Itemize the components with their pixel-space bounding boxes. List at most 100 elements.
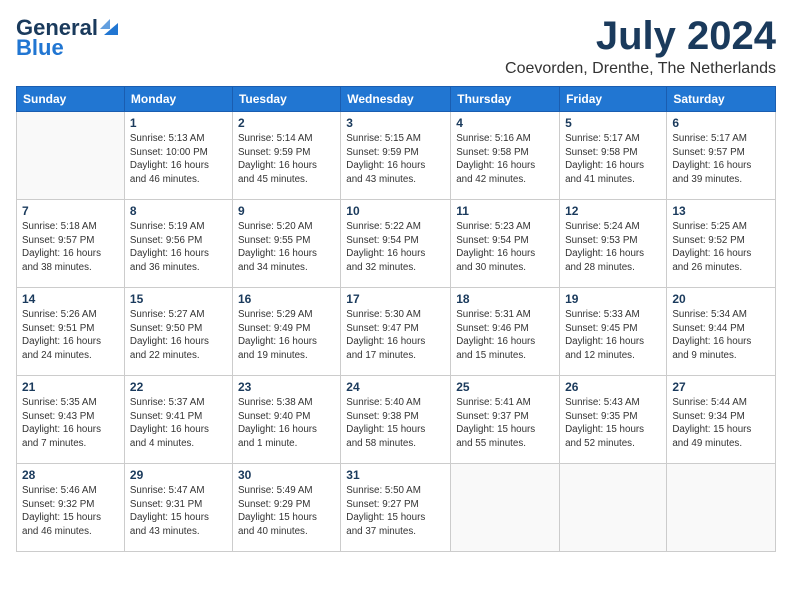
day-info: Sunrise: 5:35 AM Sunset: 9:43 PM Dayligh… xyxy=(22,396,119,451)
day-number: 2 xyxy=(238,116,335,130)
day-number: 11 xyxy=(456,204,554,218)
day-number: 21 xyxy=(22,380,119,394)
calendar-cell: 13Sunrise: 5:25 AM Sunset: 9:52 PM Dayli… xyxy=(667,200,776,288)
title-block: July 2024 Coevorden, Drenthe, The Nether… xyxy=(505,16,776,78)
day-info: Sunrise: 5:27 AM Sunset: 9:50 PM Dayligh… xyxy=(130,308,227,363)
day-number: 18 xyxy=(456,292,554,306)
calendar-cell: 28 Sunrise: 5:46 AM Sunset: 9:32 PM Dayli… xyxy=(17,464,125,552)
day-number: 22 xyxy=(130,380,227,394)
calendar-cell: 27 Sunrise: 5:44 AM Sunset: 9:34 PM Dayli… xyxy=(667,376,776,464)
day-info: Sunrise: 5:17 AM Sunset: 9:57 PM Dayligh… xyxy=(672,132,770,187)
day-number: 28 xyxy=(22,468,119,482)
day-number: 23 xyxy=(238,380,335,394)
calendar-cell: 18 Sunrise: 5:31 AM Sunset: 9:46 PM Dayli… xyxy=(451,288,560,376)
day-info: Sunrise: 5:33 AM Sunset: 9:45 PM Dayligh… xyxy=(565,308,661,363)
day-number: 30 xyxy=(238,468,335,482)
day-info: Sunrise: 5:18 AM Sunset: 9:57 PM Dayligh… xyxy=(22,220,119,275)
day-info: Sunrise: 5:49 AM Sunset: 9:29 PM Dayligh… xyxy=(238,484,335,539)
day-info: Sunrise: 5:41 AM Sunset: 9:37 PM Dayligh… xyxy=(456,396,554,451)
calendar-cell: 31 Sunrise: 5:50 AM Sunset: 9:27 PM Dayli… xyxy=(341,464,451,552)
day-number: 27 xyxy=(672,380,770,394)
day-number: 3 xyxy=(346,116,445,130)
day-number: 26 xyxy=(565,380,661,394)
calendar-cell: 12 Sunrise: 5:24 AM Sunset: 9:53 PM Dayli… xyxy=(560,200,667,288)
calendar-cell: 14 Sunrise: 5:26 AM Sunset: 9:51 PM Dayli… xyxy=(17,288,125,376)
calendar-cell: 25 Sunrise: 5:41 AM Sunset: 9:37 PM Dayli… xyxy=(451,376,560,464)
weekday-header-wednesday: Wednesday xyxy=(341,87,451,112)
calendar-cell: 11Sunrise: 5:23 AM Sunset: 9:54 PM Dayli… xyxy=(451,200,560,288)
calendar-cell: 17 Sunrise: 5:30 AM Sunset: 9:47 PM Dayli… xyxy=(341,288,451,376)
day-info: Sunrise: 5:30 AM Sunset: 9:47 PM Dayligh… xyxy=(346,308,445,363)
day-number: 12 xyxy=(565,204,661,218)
day-info: Sunrise: 5:16 AM Sunset: 9:58 PM Dayligh… xyxy=(456,132,554,187)
calendar-cell: 21 Sunrise: 5:35 AM Sunset: 9:43 PM Dayli… xyxy=(17,376,125,464)
day-info: Sunrise: 5:25 AM Sunset: 9:52 PM Dayligh… xyxy=(672,220,770,275)
weekday-header-thursday: Thursday xyxy=(451,87,560,112)
calendar-cell: 6 Sunrise: 5:17 AM Sunset: 9:57 PM Daylig… xyxy=(667,112,776,200)
day-info: Sunrise: 5:44 AM Sunset: 9:34 PM Dayligh… xyxy=(672,396,770,451)
day-info: Sunrise: 5:29 AM Sunset: 9:49 PM Dayligh… xyxy=(238,308,335,363)
weekday-header-tuesday: Tuesday xyxy=(232,87,340,112)
day-number: 25 xyxy=(456,380,554,394)
calendar-cell: 5 Sunrise: 5:17 AM Sunset: 9:58 PM Daylig… xyxy=(560,112,667,200)
calendar-cell xyxy=(667,464,776,552)
day-info: Sunrise: 5:20 AM Sunset: 9:55 PM Dayligh… xyxy=(238,220,335,275)
day-number: 20 xyxy=(672,292,770,306)
calendar-week-row: 7Sunrise: 5:18 AM Sunset: 9:57 PM Daylig… xyxy=(17,200,776,288)
logo: General Blue xyxy=(16,16,118,60)
month-title: July 2024 xyxy=(505,16,776,56)
day-info: Sunrise: 5:17 AM Sunset: 9:58 PM Dayligh… xyxy=(565,132,661,187)
calendar-cell: 1 Sunrise: 5:13 AM Sunset: 10:00 PM Dayli… xyxy=(124,112,232,200)
logo-blue: Blue xyxy=(16,36,118,60)
day-info: Sunrise: 5:40 AM Sunset: 9:38 PM Dayligh… xyxy=(346,396,445,451)
calendar-cell: 9 Sunrise: 5:20 AM Sunset: 9:55 PM Daylig… xyxy=(232,200,340,288)
calendar-cell: 19 Sunrise: 5:33 AM Sunset: 9:45 PM Dayli… xyxy=(560,288,667,376)
calendar-cell: 2Sunrise: 5:14 AM Sunset: 9:59 PM Daylig… xyxy=(232,112,340,200)
day-number: 14 xyxy=(22,292,119,306)
calendar-cell: 8 Sunrise: 5:19 AM Sunset: 9:56 PM Daylig… xyxy=(124,200,232,288)
calendar-cell: 29 Sunrise: 5:47 AM Sunset: 9:31 PM Dayli… xyxy=(124,464,232,552)
weekday-header-saturday: Saturday xyxy=(667,87,776,112)
day-number: 24 xyxy=(346,380,445,394)
day-info: Sunrise: 5:31 AM Sunset: 9:46 PM Dayligh… xyxy=(456,308,554,363)
day-number: 4 xyxy=(456,116,554,130)
day-number: 9 xyxy=(238,204,335,218)
day-info: Sunrise: 5:34 AM Sunset: 9:44 PM Dayligh… xyxy=(672,308,770,363)
calendar-cell xyxy=(17,112,125,200)
calendar-week-row: 28 Sunrise: 5:46 AM Sunset: 9:32 PM Dayli… xyxy=(17,464,776,552)
calendar-week-row: 14 Sunrise: 5:26 AM Sunset: 9:51 PM Dayli… xyxy=(17,288,776,376)
day-info: Sunrise: 5:46 AM Sunset: 9:32 PM Dayligh… xyxy=(22,484,119,539)
day-info: Sunrise: 5:19 AM Sunset: 9:56 PM Dayligh… xyxy=(130,220,227,275)
weekday-header-monday: Monday xyxy=(124,87,232,112)
calendar-cell: 4 Sunrise: 5:16 AM Sunset: 9:58 PM Daylig… xyxy=(451,112,560,200)
location-title: Coevorden, Drenthe, The Netherlands xyxy=(505,60,776,78)
day-info: Sunrise: 5:50 AM Sunset: 9:27 PM Dayligh… xyxy=(346,484,445,539)
page-header: General Blue July 2024 Coevorden, Drenth… xyxy=(16,16,776,78)
calendar-week-row: 1 Sunrise: 5:13 AM Sunset: 10:00 PM Dayli… xyxy=(17,112,776,200)
day-number: 16 xyxy=(238,292,335,306)
day-info: Sunrise: 5:24 AM Sunset: 9:53 PM Dayligh… xyxy=(565,220,661,275)
calendar-cell: 16 Sunrise: 5:29 AM Sunset: 9:49 PM Dayli… xyxy=(232,288,340,376)
day-info: Sunrise: 5:47 AM Sunset: 9:31 PM Dayligh… xyxy=(130,484,227,539)
day-number: 8 xyxy=(130,204,227,218)
day-number: 15 xyxy=(130,292,227,306)
calendar-cell: 3Sunrise: 5:15 AM Sunset: 9:59 PM Daylig… xyxy=(341,112,451,200)
day-number: 6 xyxy=(672,116,770,130)
day-number: 31 xyxy=(346,468,445,482)
calendar-cell: 26Sunrise: 5:43 AM Sunset: 9:35 PM Dayli… xyxy=(560,376,667,464)
day-number: 17 xyxy=(346,292,445,306)
day-info: Sunrise: 5:22 AM Sunset: 9:54 PM Dayligh… xyxy=(346,220,445,275)
day-number: 19 xyxy=(565,292,661,306)
calendar-cell: 7Sunrise: 5:18 AM Sunset: 9:57 PM Daylig… xyxy=(17,200,125,288)
day-info: Sunrise: 5:37 AM Sunset: 9:41 PM Dayligh… xyxy=(130,396,227,451)
day-info: Sunrise: 5:38 AM Sunset: 9:40 PM Dayligh… xyxy=(238,396,335,451)
calendar-header-row: SundayMondayTuesdayWednesdayThursdayFrid… xyxy=(17,87,776,112)
day-number: 5 xyxy=(565,116,661,130)
logo-triangle-icon xyxy=(100,19,118,37)
day-number: 1 xyxy=(130,116,227,130)
day-info: Sunrise: 5:13 AM Sunset: 10:00 PM Daylig… xyxy=(130,132,227,187)
day-info: Sunrise: 5:26 AM Sunset: 9:51 PM Dayligh… xyxy=(22,308,119,363)
day-number: 29 xyxy=(130,468,227,482)
calendar-cell: 24 Sunrise: 5:40 AM Sunset: 9:38 PM Dayli… xyxy=(341,376,451,464)
calendar-week-row: 21 Sunrise: 5:35 AM Sunset: 9:43 PM Dayli… xyxy=(17,376,776,464)
